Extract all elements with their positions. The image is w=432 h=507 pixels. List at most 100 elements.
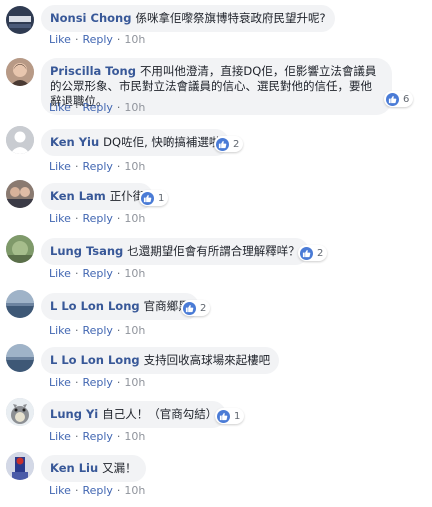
avatar[interactable] — [6, 180, 34, 208]
comment-bubble: L Lo Lon Long 官商鄉黑 — [41, 293, 199, 320]
separator-dot: · — [74, 212, 79, 225]
reaction-number: 2 — [200, 302, 207, 314]
comment-text: 自己人！（官商勾結） — [102, 407, 218, 421]
comment-actions: Like · Reply · 10h — [49, 484, 145, 497]
comment-timestamp[interactable]: 10h — [124, 376, 145, 389]
avatar[interactable] — [6, 398, 34, 426]
reaction-number: 2 — [233, 138, 240, 150]
reply-link[interactable]: Reply — [82, 212, 112, 225]
reply-link[interactable]: Reply — [82, 324, 112, 337]
like-link[interactable]: Like — [49, 267, 71, 280]
separator-dot: · — [116, 324, 121, 337]
thumbs-up-icon — [141, 191, 154, 205]
comment-text: 係咪拿佢嚟祭旗博特衰政府民望升呢? — [135, 11, 326, 25]
thumbs-up-icon — [183, 301, 196, 315]
comment-timestamp[interactable]: 10h — [124, 160, 145, 173]
separator-dot: · — [74, 376, 79, 389]
reaction-count[interactable]: 6 — [384, 91, 414, 107]
comment-author[interactable]: Ken Liu — [50, 461, 98, 475]
like-link[interactable]: Like — [49, 376, 71, 389]
reaction-count[interactable]: 1 — [139, 190, 169, 206]
reply-link[interactable]: Reply — [82, 160, 112, 173]
separator-dot: · — [116, 267, 121, 280]
separator-dot: · — [116, 33, 121, 46]
separator-dot: · — [74, 430, 79, 443]
comment-author[interactable]: Lung Yi — [50, 407, 98, 421]
reaction-count[interactable]: 2 — [298, 245, 328, 261]
reaction-count[interactable]: 2 — [181, 300, 211, 316]
comment-bubble: L Lo Lon Long 支持回收高球場來起樓吧 — [41, 347, 280, 374]
separator-dot: · — [74, 160, 79, 173]
comment-actions: Like · Reply · 10h — [49, 376, 145, 389]
avatar[interactable] — [6, 126, 34, 154]
separator-dot: · — [116, 430, 121, 443]
comment-author[interactable]: L Lo Lon Long — [50, 299, 140, 313]
comment-bubble: Lung Tsang 乜還期望佢會有所謂合理解釋咩？ — [41, 238, 309, 265]
reaction-number: 2 — [317, 247, 324, 259]
comment-actions: Like · Reply · 10h — [49, 430, 145, 443]
reaction-number: 1 — [158, 192, 165, 204]
comment-timestamp[interactable]: 10h — [124, 33, 145, 46]
reply-link[interactable]: Reply — [82, 101, 112, 114]
reaction-number: 6 — [403, 93, 410, 105]
comment-author[interactable]: Lung Tsang — [50, 244, 123, 258]
avatar[interactable] — [6, 344, 34, 372]
avatar[interactable] — [6, 58, 34, 86]
comment-text: 乜還期望佢會有所謂合理解釋咩？ — [127, 244, 300, 258]
comment-author[interactable]: Nonsi Chong — [50, 11, 131, 25]
separator-dot: · — [116, 160, 121, 173]
comment-text: 又漏！ — [102, 461, 137, 475]
comment-bubble: Ken Liu 又漏！ — [41, 455, 146, 482]
separator-dot: · — [74, 33, 79, 46]
separator-dot: · — [74, 101, 79, 114]
comment-author[interactable]: L Lo Lon Long — [50, 353, 140, 367]
comment-timestamp[interactable]: 10h — [124, 324, 145, 337]
thumbs-up-icon — [217, 409, 230, 423]
separator-dot: · — [74, 484, 79, 497]
avatar[interactable] — [6, 290, 34, 318]
comment-text: DQ咗佢, 快啲搞補選啦 — [103, 135, 221, 149]
separator-dot: · — [116, 101, 121, 114]
thumbs-up-icon — [300, 246, 313, 260]
comment-bubble: Lung Yi 自己人！（官商勾結） — [41, 401, 227, 428]
comment-timestamp[interactable]: 10h — [124, 267, 145, 280]
comment-timestamp[interactable]: 10h — [124, 430, 145, 443]
comment-bubble: Ken Lam 正仆街 — [41, 183, 154, 210]
comment-actions: Like · Reply · 10h — [49, 324, 145, 337]
reply-link[interactable]: Reply — [82, 33, 112, 46]
reaction-count[interactable]: 2 — [214, 136, 244, 152]
separator-dot: · — [74, 267, 79, 280]
like-link[interactable]: Like — [49, 212, 71, 225]
separator-dot: · — [116, 376, 121, 389]
reply-link[interactable]: Reply — [82, 267, 112, 280]
like-link[interactable]: Like — [49, 324, 71, 337]
reaction-number: 1 — [234, 410, 241, 422]
like-link[interactable]: Like — [49, 160, 71, 173]
comment-timestamp[interactable]: 10h — [124, 101, 145, 114]
avatar[interactable] — [6, 6, 34, 34]
comment-bubble: Ken Yiu DQ咗佢, 快啲搞補選啦 — [41, 129, 230, 156]
comment-list: Nonsi Chong 係咪拿佢嚟祭旗博特衰政府民望升呢? Like · Reply ·… — [0, 0, 432, 507]
reply-link[interactable]: Reply — [82, 484, 112, 497]
thumbs-up-icon — [216, 137, 229, 151]
like-link[interactable]: Like — [49, 101, 71, 114]
like-link[interactable]: Like — [49, 484, 71, 497]
comment-bubble: Nonsi Chong 係咪拿佢嚟祭旗博特衰政府民望升呢? — [41, 5, 335, 32]
comment-author[interactable]: Ken Yiu — [50, 135, 99, 149]
comment-actions: Like · Reply · 10h — [49, 160, 145, 173]
reaction-count[interactable]: 1 — [215, 408, 245, 424]
comment-actions: Like · Reply · 10h — [49, 212, 145, 225]
like-link[interactable]: Like — [49, 33, 71, 46]
comment-actions: Like · Reply · 10h — [49, 267, 145, 280]
comment-actions: Like · Reply · 10h — [49, 101, 145, 114]
comment-author[interactable]: Ken Lam — [50, 189, 106, 203]
avatar[interactable] — [6, 452, 34, 480]
avatar[interactable] — [6, 235, 34, 263]
comment-timestamp[interactable]: 10h — [124, 484, 145, 497]
comment-timestamp[interactable]: 10h — [124, 212, 145, 225]
comment-author[interactable]: Priscilla Tong — [50, 64, 136, 78]
comment-actions: Like · Reply · 10h — [49, 33, 145, 46]
reply-link[interactable]: Reply — [82, 430, 112, 443]
like-link[interactable]: Like — [49, 430, 71, 443]
reply-link[interactable]: Reply — [82, 376, 112, 389]
